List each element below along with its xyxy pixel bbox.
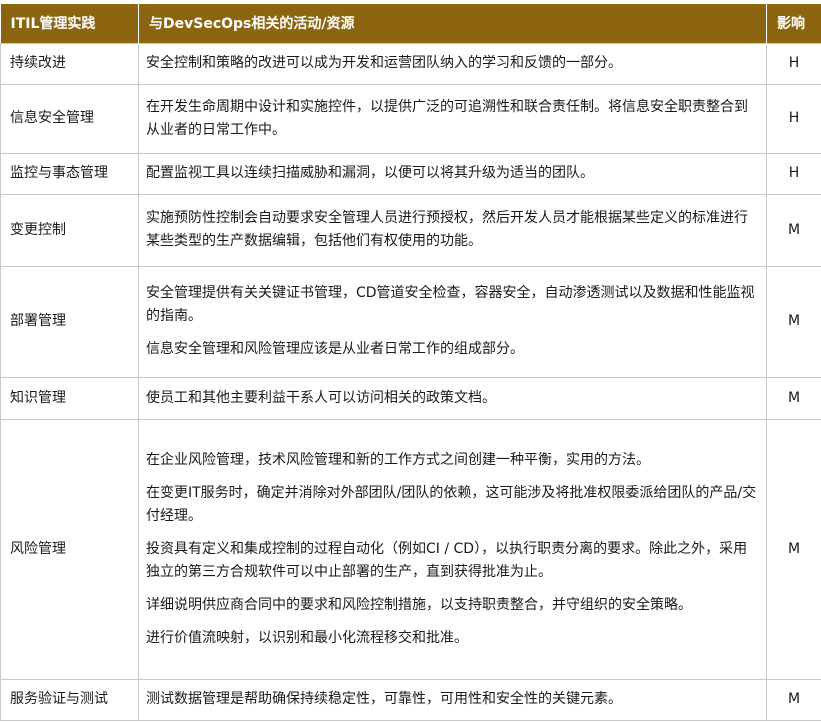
activity-text: 在变更IT服务时，确定并消除对外部团队/团队的依赖，这可能涉及将批准权限委派给团… [146, 484, 757, 524]
impact-cell: M [766, 678, 821, 721]
table-row: 服务验证与测试 测试数据管理是帮助确保持续稳定性，可靠性，可用性和安全性的关键元… [0, 678, 821, 721]
activities-cell: 安全管理提供有关关键证书管理，CD管道安全检查，容器安全，自动渗透测试以及数据和… [138, 265, 767, 378]
activities-cell: 在开发生命周期中设计和实施控件，以提供广泛的可追溯性和联合责任制。将信息安全职责… [138, 83, 767, 154]
table-header-row: ITIL管理实践 与DevSecOps相关的活动/资源 影响 [0, 4, 821, 43]
activity-text: 详细说明供应商合同中的要求和风险控制措施，以支持职责整合，并守组织的安全策略。 [146, 596, 692, 613]
impact-cell: M [766, 193, 821, 267]
practice-cell: 信息安全管理 [0, 83, 139, 154]
activity-text: 安全控制和策略的改进可以成为开发和运营团队纳入的学习和反馈的一部分。 [146, 55, 622, 71]
activities-cell: 安全控制和策略的改进可以成为开发和运营团队纳入的学习和反馈的一部分。 [138, 42, 767, 85]
activities-cell: 使员工和其他主要利益干系人可以访问相关的政策文档。 [138, 376, 767, 420]
activities-cell: 测试数据管理是帮助确保持续稳定性，可靠性，可用性和安全性的关键元素。 [138, 678, 767, 721]
table-row: 监控与事态管理 配置监视工具以连续扫描威胁和漏洞，以便可以将其升级为适当的团队。… [0, 152, 821, 195]
itil-devsecops-table: ITIL管理实践 与DevSecOps相关的活动/资源 影响 持续改进 安全控制… [0, 4, 821, 721]
impact-cell: H [766, 42, 821, 85]
activities-cell: 在企业风险管理，技术风险管理和新的工作方式之间创建一种平衡，实用的方法。 在变更… [138, 418, 767, 680]
activity-text: 配置监视工具以连续扫描威胁和漏洞，以便可以将其升级为适当的团队。 [146, 165, 594, 181]
impact-cell: M [766, 265, 821, 378]
header-impact: 影响 [766, 4, 821, 43]
practice-cell: 风险管理 [0, 418, 139, 680]
header-activities: 与DevSecOps相关的活动/资源 [138, 4, 767, 43]
activities-cell: 实施预防性控制会自动要求安全管理人员进行预授权，然后开发人员才能根据某些定义的标… [138, 193, 767, 267]
header-practice: ITIL管理实践 [0, 4, 139, 43]
activity-text: 测试数据管理是帮助确保持续稳定性，可靠性，可用性和安全性的关键元素。 [146, 691, 622, 707]
practice-cell: 部署管理 [0, 265, 139, 378]
impact-cell: M [766, 376, 821, 420]
practice-cell: 持续改进 [0, 42, 139, 85]
activity-text: 在开发生命周期中设计和实施控件，以提供广泛的可追溯性和联合责任制。将信息安全职责… [146, 98, 748, 138]
activity-text: 在企业风险管理，技术风险管理和新的工作方式之间创建一种平衡，实用的方法。 [146, 451, 650, 468]
table-row: 部署管理 安全管理提供有关关键证书管理，CD管道安全检查，容器安全，自动渗透测试… [0, 265, 821, 378]
practice-cell: 监控与事态管理 [0, 152, 139, 195]
impact-cell: M [766, 418, 821, 680]
practice-cell: 知识管理 [0, 376, 139, 420]
table-row: 变更控制 实施预防性控制会自动要求安全管理人员进行预授权，然后开发人员才能根据某… [0, 193, 821, 267]
activity-text: 安全管理提供有关关键证书管理，CD管道安全检查，容器安全，自动渗透测试以及数据和… [146, 285, 755, 324]
activity-text: 信息安全管理和风险管理应该是从业者日常工作的组成部分。 [146, 341, 524, 357]
practice-cell: 服务验证与测试 [0, 678, 139, 721]
practice-cell: 变更控制 [0, 193, 139, 267]
table-row: 持续改进 安全控制和策略的改进可以成为开发和运营团队纳入的学习和反馈的一部分。 … [0, 42, 821, 85]
table-row: 信息安全管理 在开发生命周期中设计和实施控件，以提供广泛的可追溯性和联合责任制。… [0, 83, 821, 154]
impact-cell: H [766, 152, 821, 195]
activity-text: 进行价值流映射，以识别和最小化流程移交和批准。 [146, 629, 468, 646]
table-row: 知识管理 使员工和其他主要利益干系人可以访问相关的政策文档。 M [0, 376, 821, 420]
table-row: 风险管理 在企业风险管理，技术风险管理和新的工作方式之间创建一种平衡，实用的方法… [0, 418, 821, 680]
activities-cell: 配置监视工具以连续扫描威胁和漏洞，以便可以将其升级为适当的团队。 [138, 152, 767, 195]
activity-text: 使员工和其他主要利益干系人可以访问相关的政策文档。 [146, 389, 496, 406]
activity-text: 投资具有定义和集成控制的过程自动化（例如CI / CD），以执行职责分离的要求。… [146, 540, 748, 580]
impact-cell: H [766, 83, 821, 154]
activity-text: 实施预防性控制会自动要求安全管理人员进行预授权，然后开发人员才能根据某些定义的标… [146, 210, 748, 249]
